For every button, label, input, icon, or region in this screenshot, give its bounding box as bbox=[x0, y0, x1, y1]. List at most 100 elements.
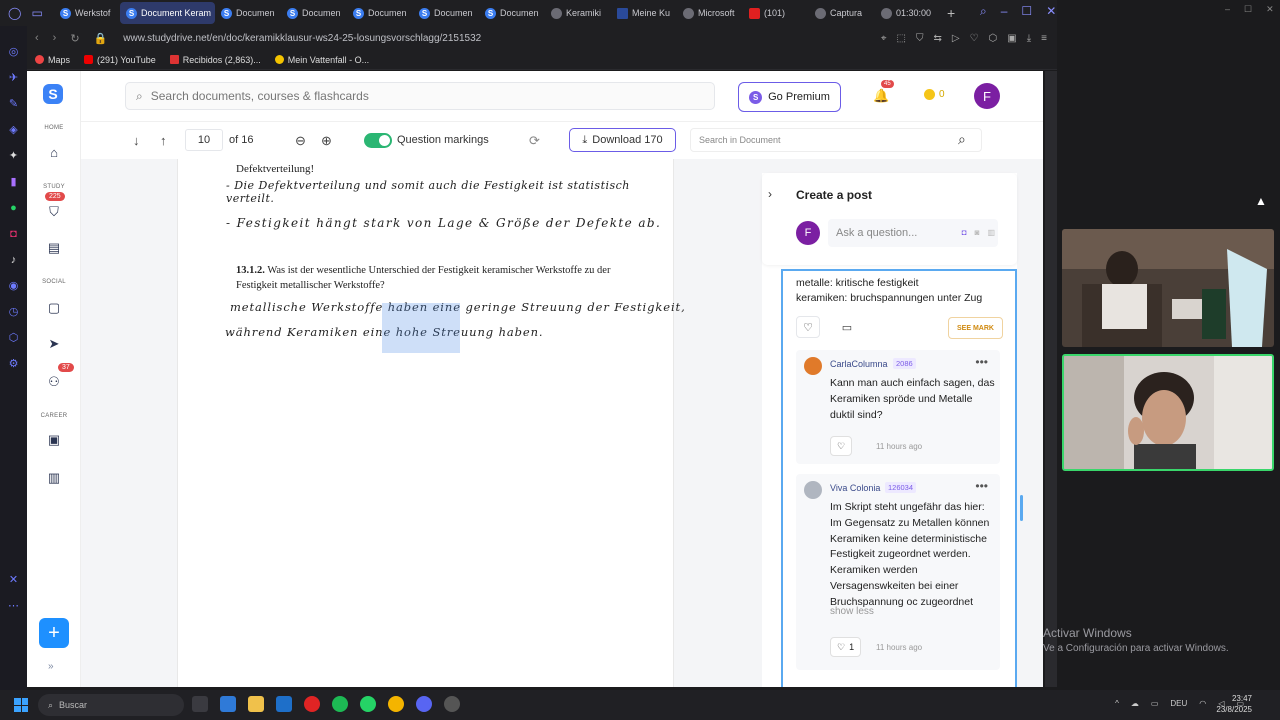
document-search-icon[interactable]: ⌕ bbox=[958, 131, 966, 148]
wifi-icon[interactable]: ◠ bbox=[1199, 699, 1206, 708]
taskbar-clock[interactable]: 23:47 23/8/2025 bbox=[1216, 693, 1252, 715]
briefcase-icon[interactable]: ▣ bbox=[47, 433, 61, 447]
gx-icon[interactable]: ✕ bbox=[8, 574, 20, 586]
close-icon[interactable]: ✕ bbox=[1266, 4, 1274, 15]
instagram-icon[interactable]: ◘ bbox=[8, 228, 20, 240]
groups-icon[interactable]: ⚇ bbox=[47, 375, 61, 389]
new-tab-button[interactable]: + bbox=[947, 5, 955, 21]
camera-icon[interactable]: ◙ bbox=[975, 228, 980, 237]
url-field[interactable]: www.studydrive.net/en/doc/keramikklausur… bbox=[123, 33, 481, 44]
pinboard-icon[interactable]: ✎ bbox=[8, 98, 20, 110]
browser-tab[interactable]: Captura bbox=[809, 2, 875, 24]
workspaces-icon[interactable]: ▭ bbox=[31, 6, 42, 20]
network-icon[interactable]: ▭ bbox=[1151, 699, 1159, 708]
courses-icon[interactable]: ⛉ bbox=[47, 205, 61, 219]
user-avatar[interactable]: F bbox=[974, 83, 1000, 109]
zoom-in-icon[interactable]: ⊕ bbox=[321, 133, 332, 149]
wallet-icon[interactable]: ▣ bbox=[1007, 33, 1016, 44]
heart-icon[interactable]: ♡ bbox=[970, 33, 979, 44]
reply-like-button[interactable]: ♡ bbox=[830, 436, 853, 456]
coins-balance[interactable]: 0 bbox=[924, 89, 945, 100]
more-options-icon[interactable]: ••• bbox=[975, 479, 988, 493]
opera-gx-icon[interactable] bbox=[304, 696, 320, 712]
home-icon[interactable]: ⌂ bbox=[47, 146, 61, 160]
start-button[interactable] bbox=[14, 698, 28, 712]
vpn-shield-icon[interactable]: ⛉ bbox=[916, 33, 924, 44]
minimize-icon[interactable]: – bbox=[1225, 4, 1230, 15]
notification-bell-icon[interactable]: 🔔 bbox=[873, 88, 889, 104]
cloud-icon[interactable]: ☁ bbox=[1131, 699, 1139, 708]
browser-tab[interactable]: S Werkstof bbox=[54, 2, 120, 24]
document-search-input[interactable]: Search in Document bbox=[690, 128, 982, 152]
forward-icon[interactable]: › bbox=[53, 32, 57, 45]
avatar[interactable] bbox=[804, 357, 822, 375]
reply-like-button[interactable]: ♡ 1 bbox=[830, 637, 862, 657]
whatsapp-icon[interactable] bbox=[360, 696, 376, 712]
poll-icon[interactable]: ▥ bbox=[987, 228, 995, 237]
browser-tab[interactable]: Keramiki bbox=[545, 2, 611, 24]
messenger-icon[interactable]: ◈ bbox=[8, 124, 20, 136]
more-icon[interactable]: ⋯ bbox=[8, 600, 20, 612]
reload-icon[interactable]: ↻ bbox=[70, 32, 79, 45]
file-explorer-icon[interactable] bbox=[248, 696, 264, 712]
bookmark-maps[interactable]: Maps bbox=[35, 55, 70, 65]
prev-page-icon[interactable]: ↑ bbox=[160, 133, 167, 148]
back-icon[interactable]: ‹ bbox=[35, 32, 39, 45]
store-icon[interactable] bbox=[276, 696, 292, 712]
browser-tab[interactable]: 01:30:00 bbox=[875, 2, 941, 24]
taskbar-search[interactable]: ⌕ Buscar bbox=[38, 694, 184, 716]
menu-icon[interactable]: ≡ bbox=[1041, 33, 1047, 44]
panel-scrollbar[interactable] bbox=[1020, 495, 1023, 521]
add-content-button[interactable]: + bbox=[39, 618, 69, 648]
ai-assist-icon[interactable]: ◘ bbox=[962, 228, 967, 237]
comment-icon[interactable]: ▭ bbox=[835, 316, 859, 338]
browser-tab[interactable]: S Documen bbox=[479, 2, 545, 24]
history-icon[interactable]: ◷ bbox=[8, 306, 20, 318]
browser-tab[interactable]: (101) bbox=[743, 2, 809, 24]
zoom-out-icon[interactable]: ⊖ bbox=[295, 133, 306, 149]
edge-icon[interactable] bbox=[220, 696, 236, 712]
downloads-icon[interactable]: ⤓ bbox=[1027, 33, 1031, 44]
extensions-icon[interactable]: ⬡ bbox=[989, 33, 998, 44]
browser-menu[interactable]: ◯ ▭ bbox=[0, 6, 54, 20]
collapse-panel-icon[interactable]: › bbox=[768, 187, 772, 201]
tiktok-icon[interactable]: ♪ bbox=[8, 254, 20, 266]
player-icon[interactable]: ◉ bbox=[8, 280, 20, 292]
next-page-icon[interactable]: ↓ bbox=[133, 133, 140, 148]
send-icon[interactable]: ➤ bbox=[47, 337, 61, 351]
question-markings-toggle[interactable] bbox=[364, 133, 392, 148]
download-button[interactable]: ⤓ Download 170 bbox=[569, 128, 676, 152]
page-scrollbar[interactable] bbox=[1045, 71, 1057, 687]
browser-tab[interactable]: S Documen bbox=[347, 2, 413, 24]
like-heart-icon[interactable]: ♡ bbox=[796, 316, 820, 338]
flashcards-icon[interactable]: ▤ bbox=[47, 241, 61, 255]
spotify-icon[interactable] bbox=[332, 696, 348, 712]
snapshot-icon[interactable]: ⬚ bbox=[897, 33, 906, 44]
chat-icon[interactable]: ▢ bbox=[47, 301, 61, 315]
reply-author[interactable]: Viva Colonia bbox=[830, 483, 880, 493]
browser-tab[interactable]: Microsoft bbox=[677, 2, 743, 24]
browser-tab[interactable]: S Documen bbox=[281, 2, 347, 24]
maximize-icon[interactable]: ☐ bbox=[1021, 4, 1032, 19]
see-mark-button[interactable]: SEE MARK bbox=[948, 317, 1003, 339]
language-indicator[interactable]: DEU bbox=[1170, 699, 1187, 708]
bookmark-youtube[interactable]: (291) YouTube bbox=[84, 55, 156, 65]
browser-tab[interactable]: S Documen bbox=[215, 2, 281, 24]
bookmark-gmail[interactable]: Recibidos (2,863)... bbox=[169, 55, 261, 65]
search-tabs-icon[interactable]: ⌕ bbox=[980, 4, 987, 19]
twitch-icon[interactable]: ▮ bbox=[8, 176, 20, 188]
studydrive-logo-icon[interactable]: S bbox=[43, 84, 63, 104]
aria-icon[interactable]: ◎ bbox=[8, 46, 20, 58]
minimize-icon[interactable]: – bbox=[1001, 4, 1008, 19]
pin-icon[interactable]: ⌖ bbox=[881, 33, 887, 44]
task-view-icon[interactable] bbox=[192, 696, 208, 712]
global-search-input[interactable]: ⌕ Search documents, courses & flashcards bbox=[125, 82, 715, 110]
chrome-icon[interactable] bbox=[388, 696, 404, 712]
whatsapp-icon[interactable]: ● bbox=[8, 202, 20, 214]
arrow-icon[interactable]: ✦ bbox=[8, 150, 20, 162]
extensions-side-icon[interactable]: ⬡ bbox=[8, 332, 20, 344]
rotate-icon[interactable]: ⟳ bbox=[529, 133, 540, 149]
go-premium-button[interactable]: S Go Premium bbox=[738, 82, 841, 112]
page-number-input[interactable]: 10 bbox=[185, 129, 223, 151]
browser-tab[interactable]: S Document Keram bbox=[120, 2, 215, 24]
